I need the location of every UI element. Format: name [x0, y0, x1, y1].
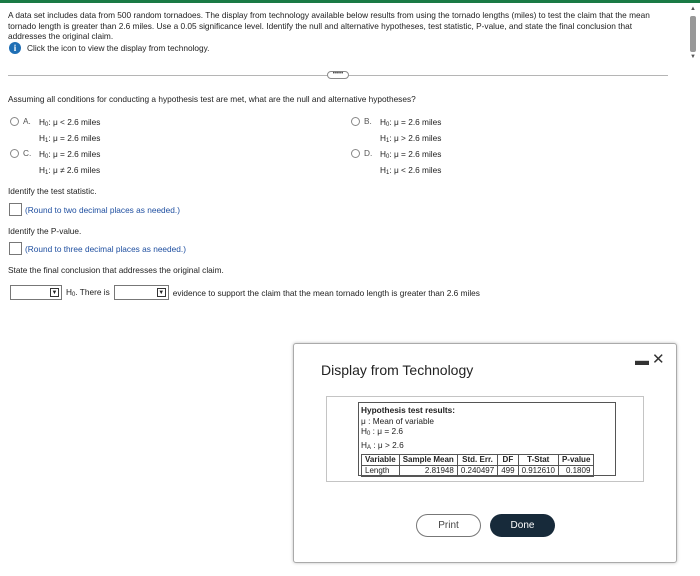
info-icon[interactable]: i: [9, 42, 21, 54]
null-hypothesis-line: H0 : μ = 2.6: [361, 426, 404, 437]
close-icon[interactable]: ✕: [652, 350, 665, 368]
option-c[interactable]: C. H0: μ = 2.6 miles H1: μ ≠ 2.6 miles: [10, 148, 100, 179]
option-a-radio[interactable]: [10, 117, 19, 126]
conclusion-h0: H0. There is: [66, 287, 110, 298]
option-b[interactable]: B. H0: μ = 2.6 miles H1: μ > 2.6 miles: [351, 116, 441, 147]
table-cell: 0.912610: [517, 465, 559, 477]
dialog-title: Display from Technology: [321, 362, 474, 378]
p-value-input[interactable]: [9, 242, 22, 255]
option-d-radio[interactable]: [351, 149, 360, 158]
info-link-row[interactable]: i Click the icon to view the display fro…: [9, 42, 209, 54]
option-d[interactable]: D. H0: μ = 2.6 miles H1: μ < 2.6 miles: [351, 148, 441, 179]
scroll-up-icon[interactable]: ▲: [690, 6, 696, 12]
question-conclusion: State the final conclusion that addresse…: [8, 265, 224, 275]
top-accent-bar: [0, 0, 700, 3]
column-header: Sample Mean: [398, 454, 458, 466]
question-p-value: Identify the P-value.: [8, 226, 82, 236]
option-a-h0: μ < 2.6 miles: [52, 117, 101, 127]
option-b-radio[interactable]: [351, 117, 360, 126]
info-link-text[interactable]: Click the icon to view the display from …: [27, 43, 209, 53]
option-d-h1: μ < 2.6 miles: [393, 164, 442, 175]
column-header: T-Stat: [517, 454, 559, 466]
option-d-h0: μ = 2.6 miles: [393, 149, 442, 159]
option-b-h0: μ = 2.6 miles: [393, 117, 442, 127]
scroll-thumb[interactable]: [690, 16, 696, 52]
problem-statement: A data set includes data from 500 random…: [8, 10, 650, 41]
dropdown-arrow-icon[interactable]: ▼: [50, 288, 59, 297]
option-c-letter: C.: [23, 148, 32, 158]
scrollbar[interactable]: ▲ ▼: [688, 6, 698, 62]
column-header: DF: [497, 454, 519, 466]
expand-ellipsis-button[interactable]: •••••: [327, 71, 349, 79]
dropdown-arrow-icon[interactable]: ▼: [156, 288, 166, 297]
option-a[interactable]: A. H0: μ < 2.6 miles H1: μ = 2.6 miles: [10, 116, 100, 147]
conclusion-text: evidence to support the claim that the m…: [172, 287, 480, 298]
column-header: Variable: [361, 454, 400, 466]
results-panel: Hypothesis test results: μ : Mean of var…: [358, 402, 616, 477]
column-header: Std. Err.: [456, 454, 499, 466]
table-row: Length 2.81948 0.240497 499 0.912610 0.1…: [361, 465, 595, 477]
evidence-dropdown[interactable]: ▼: [113, 285, 169, 300]
done-button[interactable]: Done: [490, 514, 555, 537]
question-test-statistic: Identify the test statistic.: [8, 186, 97, 196]
option-a-letter: A.: [23, 116, 31, 126]
table-cell: 2.81948: [398, 465, 458, 477]
scroll-down-icon[interactable]: ▼: [690, 54, 696, 60]
test-statistic-note: (Round to two decimal places as needed.): [25, 204, 180, 215]
technology-display-dialog: Display from Technology ▬ ✕ Hypothesis t…: [293, 343, 677, 563]
table-cell: 0.1809: [557, 465, 595, 477]
conclusion-row: ▼ H0. There is ▼ evidence to support the…: [10, 285, 480, 300]
column-header: P-value: [557, 454, 595, 466]
option-c-h1: μ ≠ 2.6 miles: [52, 164, 101, 175]
option-b-letter: B.: [364, 116, 372, 126]
print-button[interactable]: Print: [416, 514, 481, 537]
option-c-radio[interactable]: [10, 149, 19, 158]
option-a-h1: μ = 2.6 miles: [52, 132, 101, 143]
minimize-icon[interactable]: ▬: [635, 352, 649, 368]
p-value-row: (Round to three decimal places as needed…: [9, 242, 186, 255]
question-hypotheses: Assuming all conditions for conducting a…: [8, 94, 416, 104]
test-statistic-row: (Round to two decimal places as needed.): [9, 203, 180, 216]
results-heading: Hypothesis test results:: [361, 405, 456, 415]
mu-definition: μ : Mean of variable: [361, 415, 435, 426]
option-d-letter: D.: [364, 148, 373, 158]
table-cell: 499: [497, 465, 519, 477]
table-cell: 0.240497: [456, 465, 499, 477]
test-statistic-input[interactable]: [9, 203, 22, 216]
option-b-h1: μ > 2.6 miles: [393, 132, 442, 143]
reject-decision-dropdown[interactable]: ▼: [10, 285, 62, 300]
p-value-note: (Round to three decimal places as needed…: [25, 243, 186, 254]
results-frame: Hypothesis test results: μ : Mean of var…: [326, 396, 644, 482]
option-c-h0: μ = 2.6 miles: [52, 149, 101, 159]
results-table: Variable Sample Mean Std. Err. DF T-Stat…: [361, 454, 595, 477]
table-cell: Length: [361, 465, 400, 477]
alt-hypothesis-line: HA : μ > 2.6: [361, 439, 404, 451]
